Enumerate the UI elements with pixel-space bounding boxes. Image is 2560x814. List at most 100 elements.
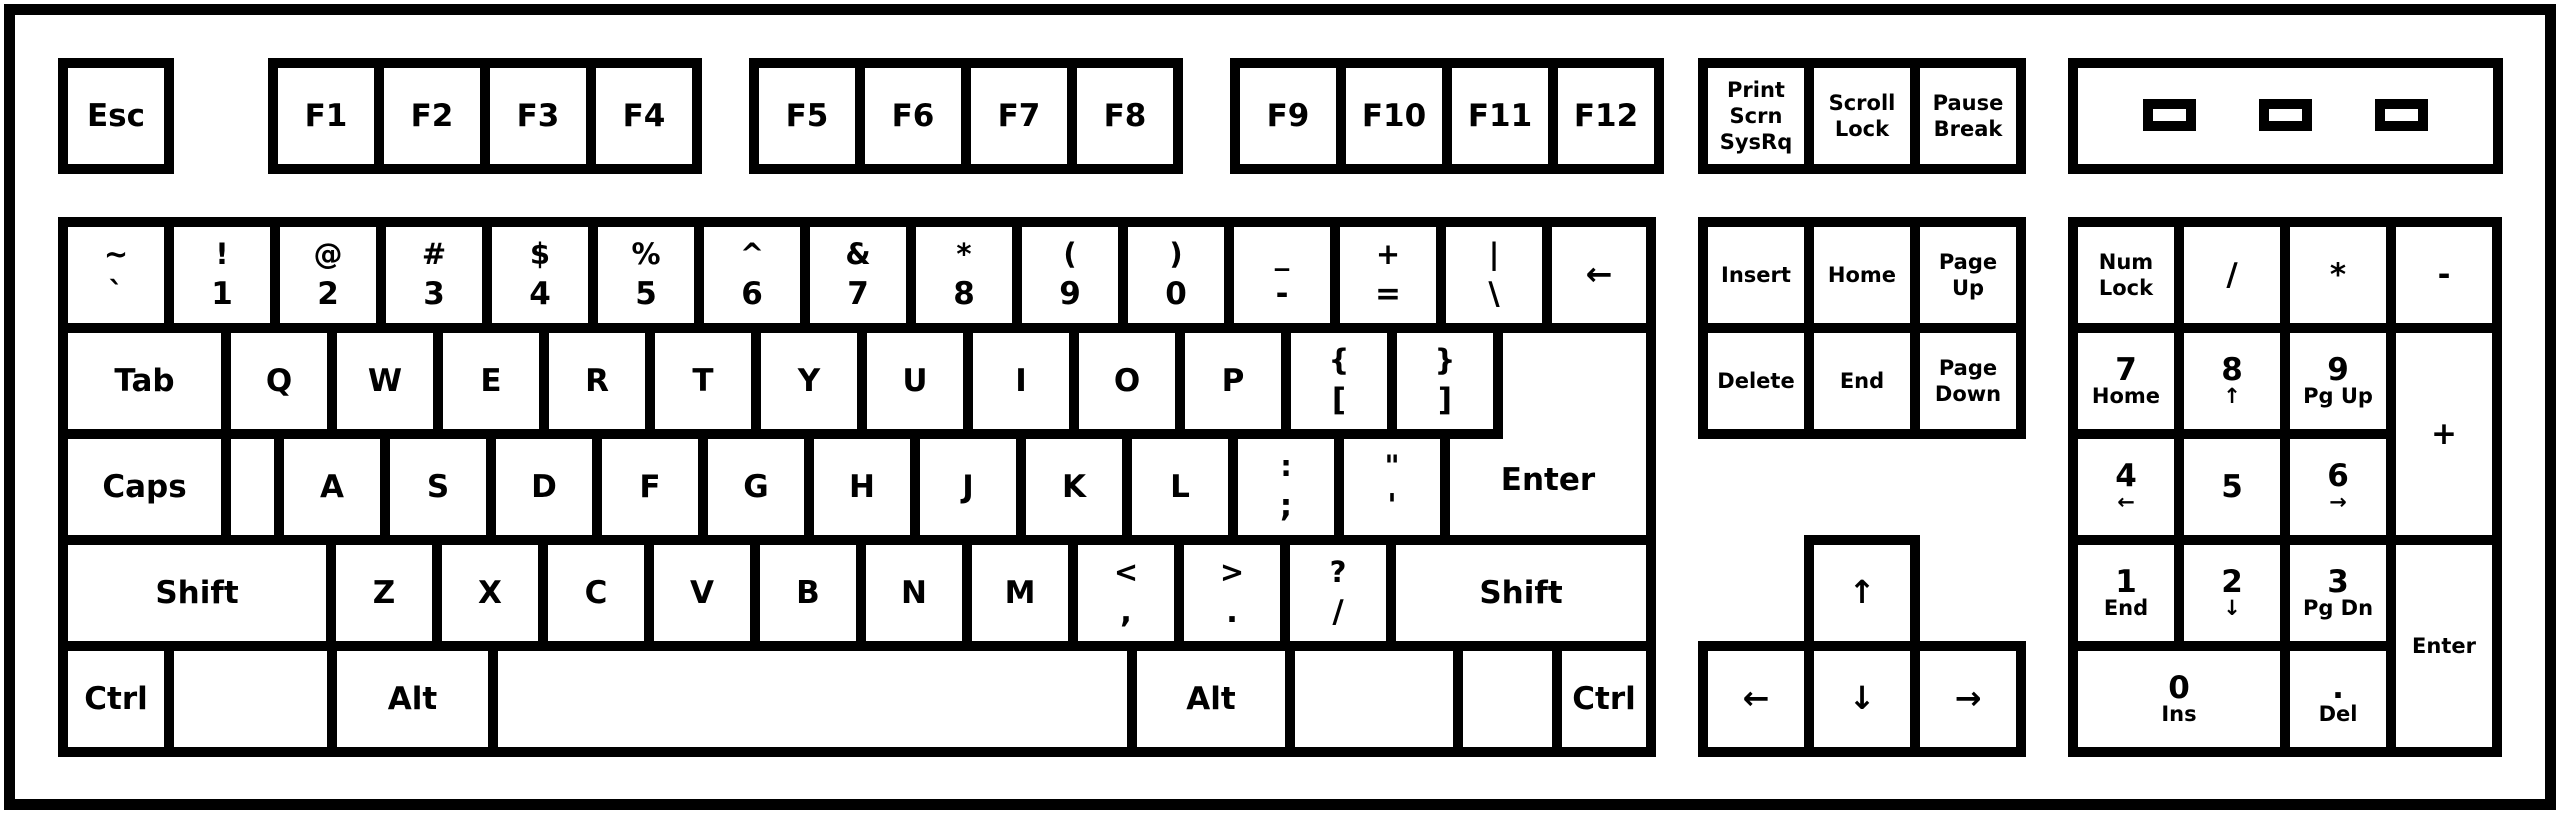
print-screen-key[interactable]: Print Scrn SysRq: [1698, 58, 1814, 174]
letter-key-a[interactable]: A: [274, 429, 390, 545]
tab-key[interactable]: Tab: [58, 323, 231, 439]
number-row-key[interactable]: ~ `: [58, 217, 174, 333]
number-row-key[interactable]: @2: [270, 217, 386, 333]
numpad-decimal-key[interactable]: . Del: [2280, 641, 2396, 757]
numpad-6-key[interactable]: 6 →: [2280, 429, 2396, 545]
f11-key[interactable]: F11: [1442, 58, 1558, 174]
letter-key-p[interactable]: P: [1175, 323, 1291, 439]
period-key[interactable]: >.: [1174, 535, 1290, 651]
f6-key[interactable]: F6: [855, 58, 971, 174]
letter-key-l[interactable]: L: [1122, 429, 1238, 545]
right-bracket-key[interactable]: }]: [1387, 323, 1503, 439]
f2-key[interactable]: F2: [374, 58, 490, 174]
numpad-enter-key[interactable]: Enter: [2386, 535, 2502, 757]
page-up-key[interactable]: Page Up: [1910, 217, 2026, 333]
letter-key-n[interactable]: N: [856, 535, 972, 651]
slash-key[interactable]: ? /: [1280, 535, 1396, 651]
esc-key[interactable]: Esc: [58, 58, 174, 174]
left-alt-key[interactable]: Alt: [327, 641, 498, 757]
letter-key-q[interactable]: Q: [221, 323, 337, 439]
number-row-key[interactable]: % 5: [588, 217, 704, 333]
f1-key[interactable]: F1: [268, 58, 384, 174]
letter-key-f[interactable]: F: [592, 429, 708, 545]
f4-key[interactable]: F4: [586, 58, 702, 174]
delete-key[interactable]: Delete: [1698, 323, 1814, 439]
letter-key-c[interactable]: C: [538, 535, 654, 651]
end-key[interactable]: End: [1804, 323, 1920, 439]
f3-key[interactable]: F3: [480, 58, 596, 174]
f7-key[interactable]: F7: [961, 58, 1077, 174]
numpad-9-key[interactable]: 9 Pg Up: [2280, 323, 2396, 439]
numpad-3-key[interactable]: 3 Pg Dn: [2280, 535, 2396, 651]
number-row-key[interactable]: (9: [1012, 217, 1128, 333]
letter-key-b[interactable]: B: [750, 535, 866, 651]
number-row-key[interactable]: ) 0: [1118, 217, 1234, 333]
numpad-minus-key[interactable]: -: [2386, 217, 2502, 333]
left-ctrl-key[interactable]: Ctrl: [58, 641, 174, 757]
f5-key[interactable]: F5: [749, 58, 865, 174]
letter-key-i[interactable]: I: [963, 323, 1079, 439]
letter-key-r[interactable]: R: [539, 323, 655, 439]
right-ctrl-key[interactable]: Ctrl: [1552, 641, 1656, 757]
number-row-key[interactable]: * 8: [906, 217, 1022, 333]
left-win-key[interactable]: [164, 641, 337, 757]
f10-key[interactable]: F10: [1336, 58, 1452, 174]
pause-break-key[interactable]: Pause Break: [1910, 58, 2026, 174]
numpad-5-key[interactable]: 5: [2174, 429, 2290, 545]
letter-key-z[interactable]: Z: [326, 535, 442, 651]
number-row-key[interactable]: $4: [482, 217, 598, 333]
letter-key-y[interactable]: Y: [751, 323, 867, 439]
numpad-plus-key[interactable]: +: [2386, 323, 2502, 545]
letter-key-d[interactable]: D: [486, 429, 602, 545]
letter-key-s[interactable]: S: [380, 429, 496, 545]
f9-key[interactable]: F9: [1230, 58, 1346, 174]
menu-key[interactable]: [1453, 641, 1562, 757]
arrow-left-key[interactable]: ←: [1698, 641, 1814, 757]
number-row-key[interactable]: _ -: [1224, 217, 1340, 333]
numpad-4-key[interactable]: 4 ←: [2068, 429, 2184, 545]
numpad-divide-key[interactable]: /: [2174, 217, 2290, 333]
page-down-key[interactable]: Page Down: [1910, 323, 2026, 439]
home-key[interactable]: Home: [1804, 217, 1920, 333]
semicolon-key[interactable]: :;: [1228, 429, 1344, 545]
numpad-0-key[interactable]: 0 Ins: [2068, 641, 2290, 757]
left-bracket-key[interactable]: {[: [1281, 323, 1397, 439]
arrow-down-key[interactable]: ↓: [1804, 641, 1920, 757]
number-row-key[interactable]: ! 1: [164, 217, 280, 333]
number-row-key[interactable]: & 7: [800, 217, 916, 333]
numpad-7-key[interactable]: 7 Home: [2068, 323, 2184, 439]
numpad-8-key[interactable]: 8 ↑: [2174, 323, 2290, 439]
letter-key-k[interactable]: K: [1016, 429, 1132, 545]
numpad-multiply-key[interactable]: *: [2280, 217, 2396, 333]
insert-key[interactable]: Insert: [1698, 217, 1814, 333]
numpad-1-key[interactable]: 1 End: [2068, 535, 2184, 651]
quote-key[interactable]: " ': [1334, 429, 1450, 545]
space-bar[interactable]: [488, 641, 1137, 757]
number-row-key[interactable]: | \: [1436, 217, 1552, 333]
letter-key-j[interactable]: J: [910, 429, 1026, 545]
arrow-right-key[interactable]: →: [1910, 641, 2026, 757]
num-lock-key[interactable]: Num Lock: [2068, 217, 2184, 333]
f12-key[interactable]: F12: [1548, 58, 1664, 174]
comma-key[interactable]: <,: [1068, 535, 1184, 651]
f8-key[interactable]: F8: [1067, 58, 1183, 174]
right-win-key[interactable]: [1285, 641, 1463, 757]
scroll-lock-key[interactable]: Scroll Lock: [1804, 58, 1920, 174]
caps-lock-key[interactable]: Caps: [58, 429, 231, 545]
backspace-key[interactable]: ←: [1542, 217, 1656, 333]
letter-key-h[interactable]: H: [804, 429, 920, 545]
numpad-2-key[interactable]: 2 ↓: [2174, 535, 2290, 651]
number-row-key[interactable]: #3: [376, 217, 492, 333]
letter-key-w[interactable]: W: [327, 323, 443, 439]
letter-key-v[interactable]: V: [644, 535, 760, 651]
letter-key-t[interactable]: T: [645, 323, 761, 439]
letter-key-e[interactable]: E: [433, 323, 549, 439]
letter-key-m[interactable]: M: [962, 535, 1078, 651]
left-shift-key[interactable]: Shift: [58, 535, 336, 651]
right-shift-key[interactable]: Shift: [1386, 535, 1656, 651]
letter-key-g[interactable]: G: [698, 429, 814, 545]
number-row-key[interactable]: + =: [1330, 217, 1446, 333]
letter-key-o[interactable]: O: [1069, 323, 1185, 439]
number-row-key[interactable]: ^ 6: [694, 217, 810, 333]
letter-key-x[interactable]: X: [432, 535, 548, 651]
